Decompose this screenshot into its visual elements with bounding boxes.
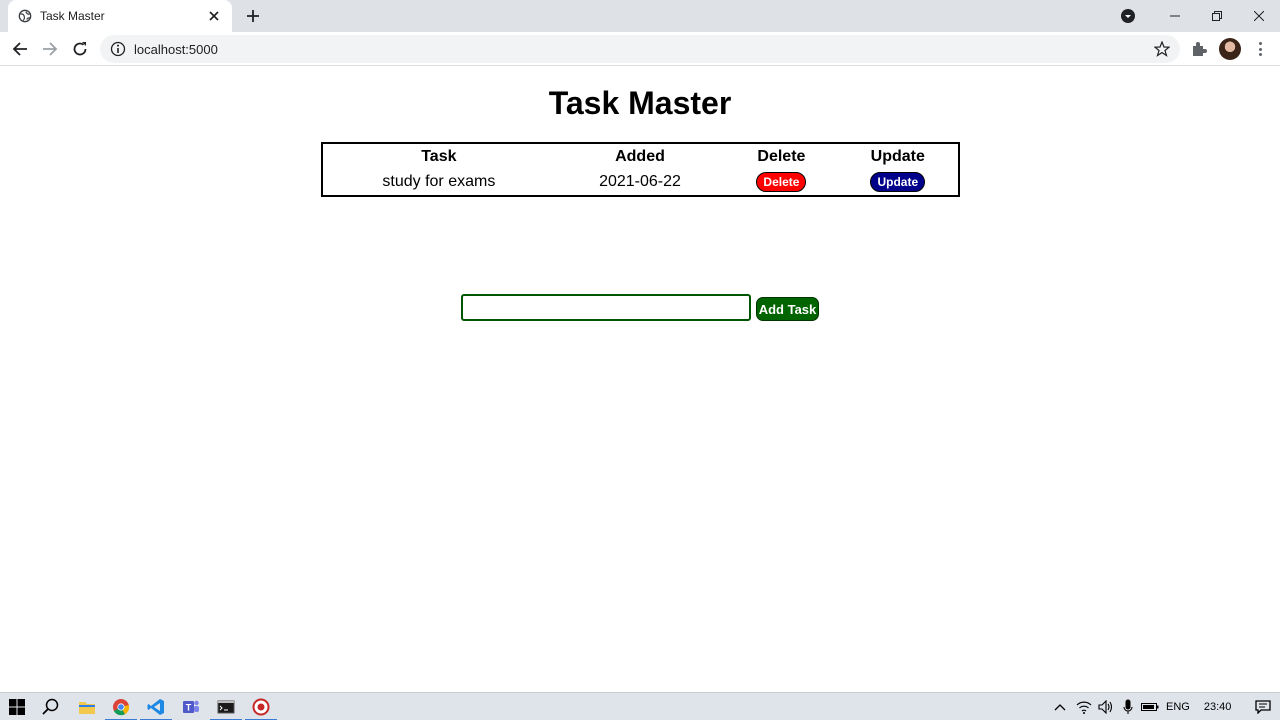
language-indicator[interactable]: ENG (1166, 701, 1190, 713)
header-delete: Delete (757, 147, 806, 165)
added-date-cell: 2021-06-22 (599, 173, 681, 190)
globe-icon (18, 9, 32, 23)
minimize-icon[interactable] (1154, 0, 1196, 32)
microphone-icon[interactable] (1118, 697, 1138, 717)
browser-titlebar: Task Master (0, 0, 1280, 32)
teams-icon[interactable]: T (181, 697, 201, 717)
windows-start-icon[interactable] (7, 697, 27, 717)
system-tray: ENG 23:40 (1050, 693, 1273, 720)
profile-avatar[interactable] (1219, 38, 1241, 60)
browser-toolbar: localhost:5000 (0, 32, 1280, 66)
forward-icon[interactable] (38, 38, 62, 60)
battery-icon[interactable] (1140, 697, 1160, 717)
new-tab-icon[interactable] (243, 6, 263, 26)
restore-icon[interactable] (1196, 0, 1238, 32)
address-bar[interactable]: localhost:5000 (100, 35, 1180, 63)
browser-tab[interactable]: Task Master (8, 0, 232, 32)
screen-recorder-icon[interactable] (245, 697, 277, 720)
update-button[interactable]: Update (870, 172, 926, 192)
browser-menu-icon[interactable] (1252, 40, 1268, 58)
notifications-icon[interactable] (1253, 697, 1273, 717)
chrome-icon[interactable] (105, 697, 137, 720)
window-controls (1120, 0, 1280, 32)
search-icon[interactable] (41, 697, 61, 717)
volume-icon[interactable] (1096, 697, 1116, 717)
file-explorer-icon[interactable] (77, 697, 97, 717)
header-update: Update (870, 147, 925, 165)
clock[interactable]: 23:40 (1204, 701, 1232, 713)
terminal-icon[interactable] (210, 697, 242, 720)
url-text: localhost:5000 (134, 41, 218, 57)
update-cell: Update (838, 169, 959, 196)
page-title: Task Master (548, 85, 732, 121)
page-content: Task Master Task Added Delete Update stu… (0, 67, 1280, 692)
windows-taskbar: T ENG 23:40 (0, 692, 1280, 720)
extensions-icon[interactable] (1190, 40, 1208, 58)
task-input[interactable] (461, 294, 751, 321)
header-task: Task (421, 147, 457, 165)
vscode-icon[interactable] (140, 697, 172, 720)
svg-text:T: T (186, 703, 192, 713)
header-added: Added (615, 147, 665, 165)
reload-icon[interactable] (68, 38, 92, 60)
delete-button[interactable]: Delete (756, 172, 807, 192)
tray-chevron-up-icon[interactable] (1050, 697, 1070, 717)
add-task-button[interactable]: Add Task (756, 297, 819, 321)
bookmark-star-icon[interactable] (1154, 41, 1170, 57)
info-icon[interactable] (110, 41, 126, 57)
tab-title: Task Master (40, 9, 105, 23)
tab-search-icon[interactable] (1120, 8, 1136, 24)
tasks-table: Task Added Delete Update study for exams… (321, 142, 960, 197)
wifi-icon[interactable] (1074, 697, 1094, 717)
close-window-icon[interactable] (1238, 0, 1280, 32)
table-row: study for exams 2021-06-22 Delete Update (322, 169, 959, 196)
delete-cell: Delete (725, 169, 837, 196)
close-tab-icon[interactable] (206, 8, 222, 24)
task-cell: study for exams (382, 173, 496, 190)
table-header-row: Task Added Delete Update (322, 143, 959, 169)
back-icon[interactable] (8, 38, 32, 60)
